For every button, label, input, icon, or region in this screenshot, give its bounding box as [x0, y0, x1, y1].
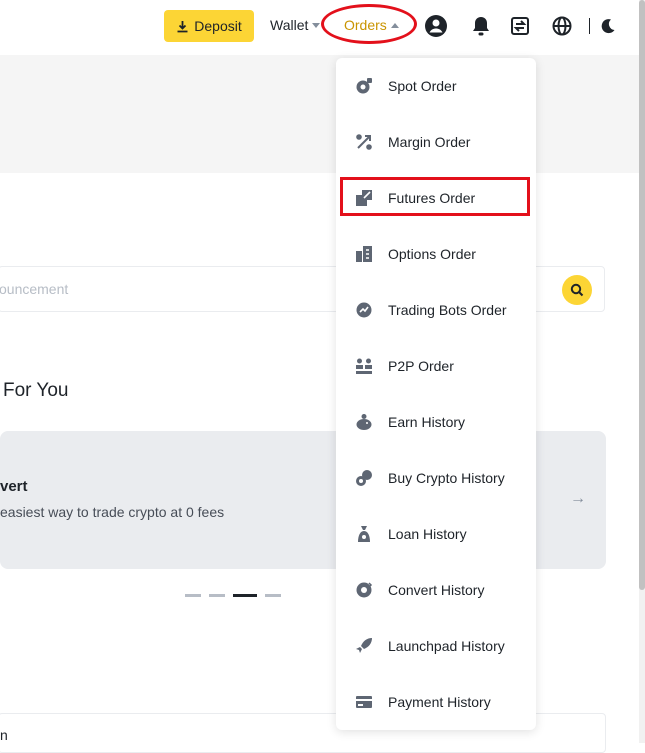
annotation-box — [340, 177, 530, 216]
scrollbar-thumb[interactable] — [639, 0, 645, 590]
p2p-order-icon — [356, 358, 372, 374]
menu-item-buy-crypto-history[interactable]: Buy Crypto History — [336, 450, 536, 506]
spot-order-icon — [356, 78, 372, 94]
carousel-indicators — [185, 594, 281, 597]
deposit-label: Deposit — [194, 18, 242, 34]
menu-item-label: Spot Order — [388, 78, 457, 94]
wallet-label: Wallet — [270, 17, 309, 33]
menu-item-options-order[interactable]: Options Order — [336, 226, 536, 282]
bell-icon[interactable] — [469, 14, 493, 38]
promo-title: vert — [0, 478, 28, 495]
menu-item-earn-history[interactable]: Earn History — [336, 394, 536, 450]
annotation-ellipse — [321, 4, 417, 44]
menu-item-spot-order[interactable]: Spot Order — [336, 58, 536, 114]
menu-item-margin-order[interactable]: Margin Order — [336, 114, 536, 170]
moon-icon[interactable] — [596, 14, 620, 38]
menu-item-label: Earn History — [388, 414, 466, 430]
menu-item-label: Launchpad History — [388, 638, 505, 654]
wallet-menu[interactable]: Wallet — [270, 17, 321, 33]
chevron-down-icon — [312, 22, 321, 28]
launchpad-history-icon — [356, 638, 372, 653]
payment-history-icon — [356, 696, 372, 708]
options-order-icon — [356, 246, 372, 262]
download-icon — [177, 20, 188, 32]
search-button[interactable] — [562, 275, 592, 305]
transfer-icon[interactable] — [508, 14, 532, 38]
carousel-dot[interactable] — [209, 594, 225, 597]
arrow-right-icon[interactable]: → — [570, 490, 586, 508]
menu-item-convert-history[interactable]: Convert History — [336, 562, 536, 618]
nav-divider — [589, 18, 590, 34]
carousel-dot-active[interactable] — [233, 594, 257, 597]
bottom-card-text: n — [0, 727, 8, 743]
trading-bots-icon — [356, 302, 372, 318]
carousel-dot[interactable] — [265, 594, 281, 597]
deposit-button[interactable]: Deposit — [164, 10, 254, 42]
menu-item-label: Loan History — [388, 526, 467, 542]
margin-order-icon — [356, 134, 372, 150]
carousel-dot[interactable] — [185, 594, 201, 597]
menu-item-p2p-order[interactable]: P2P Order — [336, 338, 536, 394]
orders-dropdown: Spot Order Margin Order Futures Order Op… — [336, 58, 536, 730]
menu-item-label: Trading Bots Order — [388, 302, 507, 318]
menu-item-label: Buy Crypto History — [388, 470, 505, 486]
promo-subtitle: easiest way to trade crypto at 0 fees — [0, 504, 225, 520]
menu-item-launchpad-history[interactable]: Launchpad History — [336, 618, 536, 674]
loan-history-icon — [358, 526, 370, 542]
menu-item-label: Margin Order — [388, 134, 471, 150]
menu-item-label: Convert History — [388, 582, 485, 598]
globe-icon[interactable] — [550, 14, 574, 38]
menu-item-payment-history[interactable]: Payment History — [336, 674, 536, 730]
section-title: For You — [3, 380, 69, 401]
menu-item-loan-history[interactable]: Loan History — [336, 506, 536, 562]
buy-crypto-icon — [356, 470, 372, 486]
menu-item-label: Options Order — [388, 246, 476, 262]
top-nav-bar: Deposit Wallet Orders — [0, 0, 645, 55]
profile-icon[interactable] — [424, 14, 448, 38]
menu-item-label: Payment History — [388, 694, 491, 710]
menu-item-label: P2P Order — [388, 358, 454, 374]
menu-item-trading-bots-order[interactable]: Trading Bots Order — [336, 282, 536, 338]
search-placeholder: ouncement — [0, 281, 69, 297]
earn-history-icon — [356, 414, 372, 430]
convert-history-icon — [356, 582, 373, 598]
hero-banner — [0, 55, 640, 173]
search-icon — [570, 283, 584, 297]
